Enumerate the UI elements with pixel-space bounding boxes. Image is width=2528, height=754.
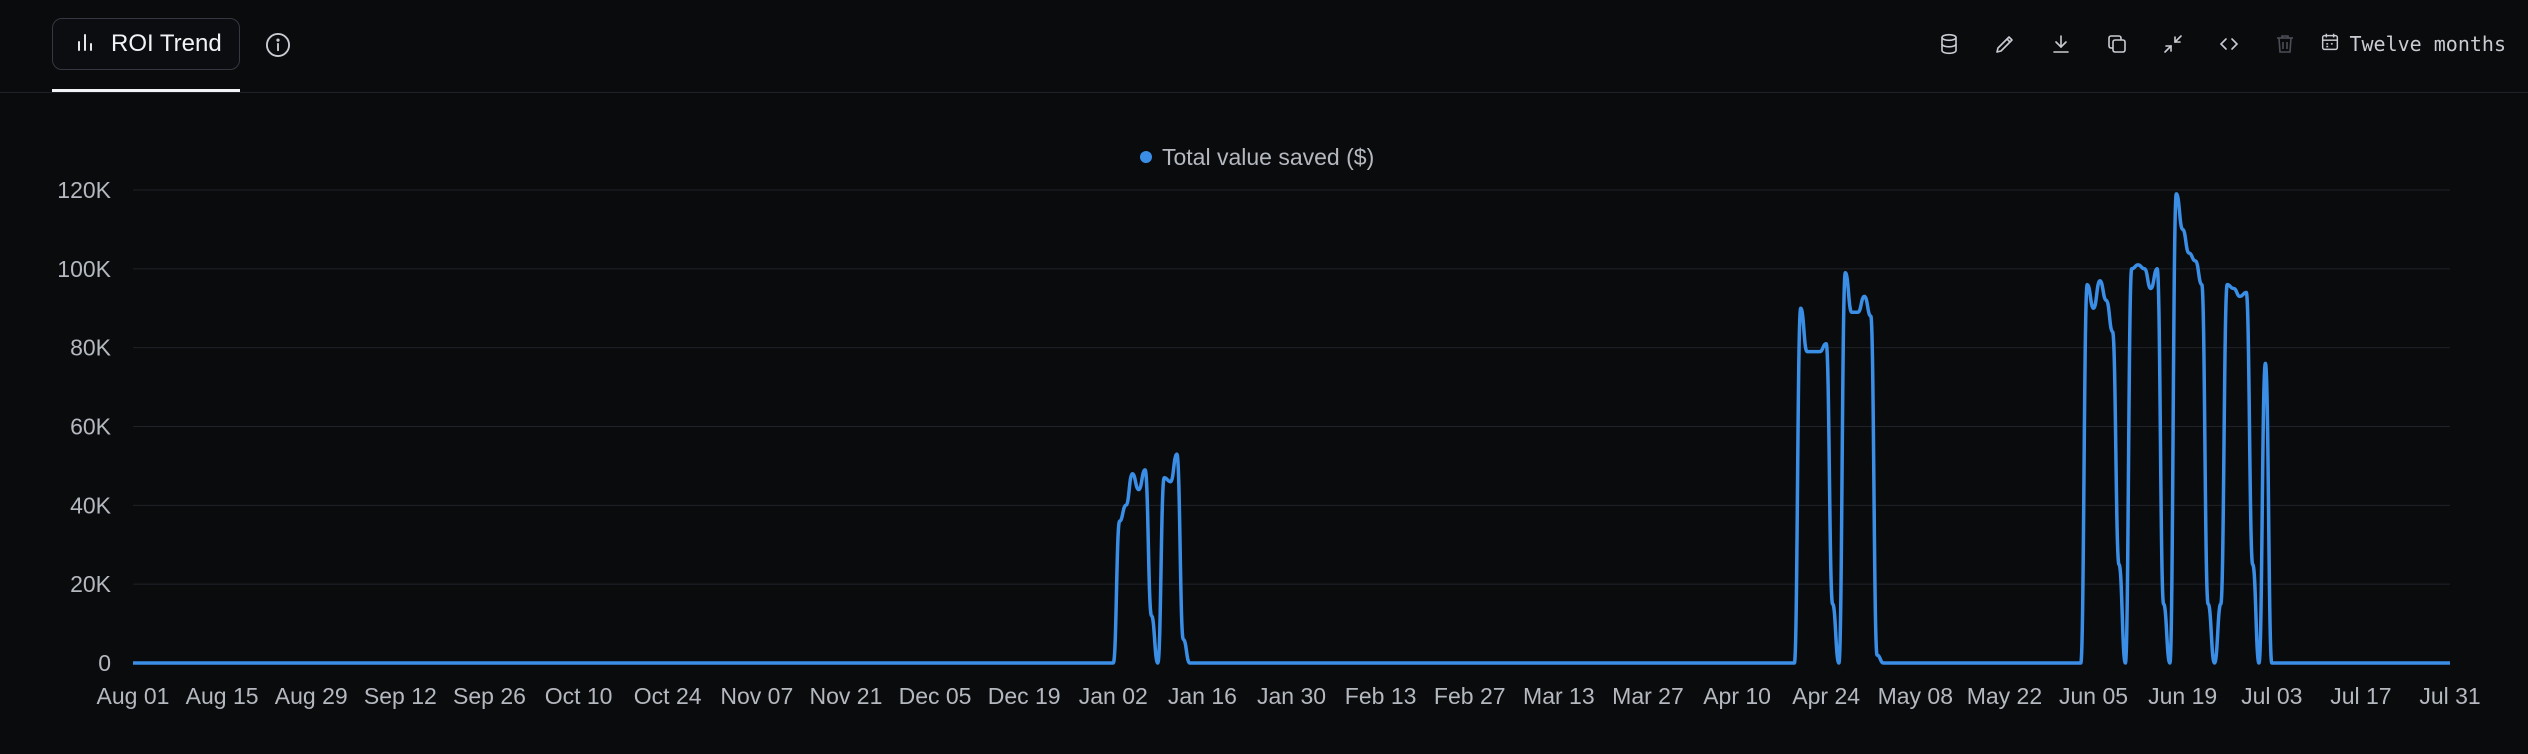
range-label: Twelve months [2349,32,2506,56]
x-tick-label: May 22 [1967,683,2042,709]
copy-icon[interactable] [2089,24,2145,64]
x-axis: Aug 01 Aug 15 Aug 29 Sep 12 Sep 26 Oct 10 Oct … [97,683,2481,709]
y-tick-label: 40K [70,492,112,518]
x-tick-label: Aug 15 [186,683,259,709]
x-tick-label: Oct 24 [634,683,702,709]
x-tick-label: Jan 30 [1257,683,1326,709]
x-tick-label: Dec 05 [899,683,972,709]
x-tick-label: Nov 21 [809,683,882,709]
x-tick-label: Jun 19 [2148,683,2217,709]
y-axis: 0 20K 40K 60K 80K 100K 120K [57,177,111,676]
x-tick-label: Feb 27 [1434,683,1506,709]
x-tick-label: Mar 13 [1523,683,1595,709]
collapse-icon[interactable] [2145,24,2201,64]
y-tick-label: 0 [98,650,111,676]
x-tick-label: Sep 26 [453,683,526,709]
series-line [132,192,2450,665]
database-icon[interactable] [1921,24,1977,64]
y-tick-label: 20K [70,571,112,597]
toolbar: Twelve months [1921,24,2506,64]
x-tick-label: Apr 10 [1703,683,1771,709]
x-tick-label: Feb 13 [1345,683,1417,709]
chart-header: ROI Trend Twelve months [0,0,2528,93]
x-tick-label: Jul 17 [2330,683,2391,709]
code-icon[interactable] [2201,24,2257,64]
y-tick-label: 60K [70,414,112,440]
x-tick-label: Jan 02 [1079,683,1148,709]
legend-label: Total value saved ($) [1162,144,1374,170]
x-tick-label: Jul 31 [2419,683,2480,709]
series-layer [132,192,2450,665]
x-tick-label: Jul 03 [2241,683,2302,709]
x-tick-label: Apr 24 [1792,683,1860,709]
x-tick-label: Mar 27 [1612,683,1684,709]
legend-marker [1140,151,1152,163]
download-icon[interactable] [2033,24,2089,64]
info-icon[interactable] [262,29,294,61]
tab-title: ROI Trend [111,30,222,57]
trash-icon[interactable] [2257,24,2313,64]
y-tick-label: 100K [57,256,111,282]
bar-chart-icon [73,30,97,59]
y-tick-label: 80K [70,335,112,361]
x-tick-label: Aug 29 [275,683,348,709]
x-tick-label: Oct 10 [545,683,613,709]
x-tick-label: Sep 12 [364,683,437,709]
x-tick-label: Aug 01 [97,683,170,709]
x-tick-label: Jan 16 [1168,683,1237,709]
tab-roi-trend[interactable]: ROI Trend [52,18,240,70]
legend[interactable]: Total value saved ($) [1140,144,1374,170]
grid-lines [133,189,2450,585]
x-tick-label: May 08 [1878,683,1953,709]
roi-trend-chart: 0 20K 40K 60K 80K 100K 120K Aug 01 Aug 15 Aug 29… [57,144,2481,709]
calendar-icon [2319,31,2341,58]
x-tick-label: Dec 19 [988,683,1061,709]
x-tick-label: Jun 05 [2059,683,2128,709]
y-tick-label: 120K [57,177,111,203]
edit-icon[interactable] [1977,24,2033,64]
date-range-selector[interactable]: Twelve months [2319,31,2506,58]
x-tick-label: Nov 07 [720,683,793,709]
